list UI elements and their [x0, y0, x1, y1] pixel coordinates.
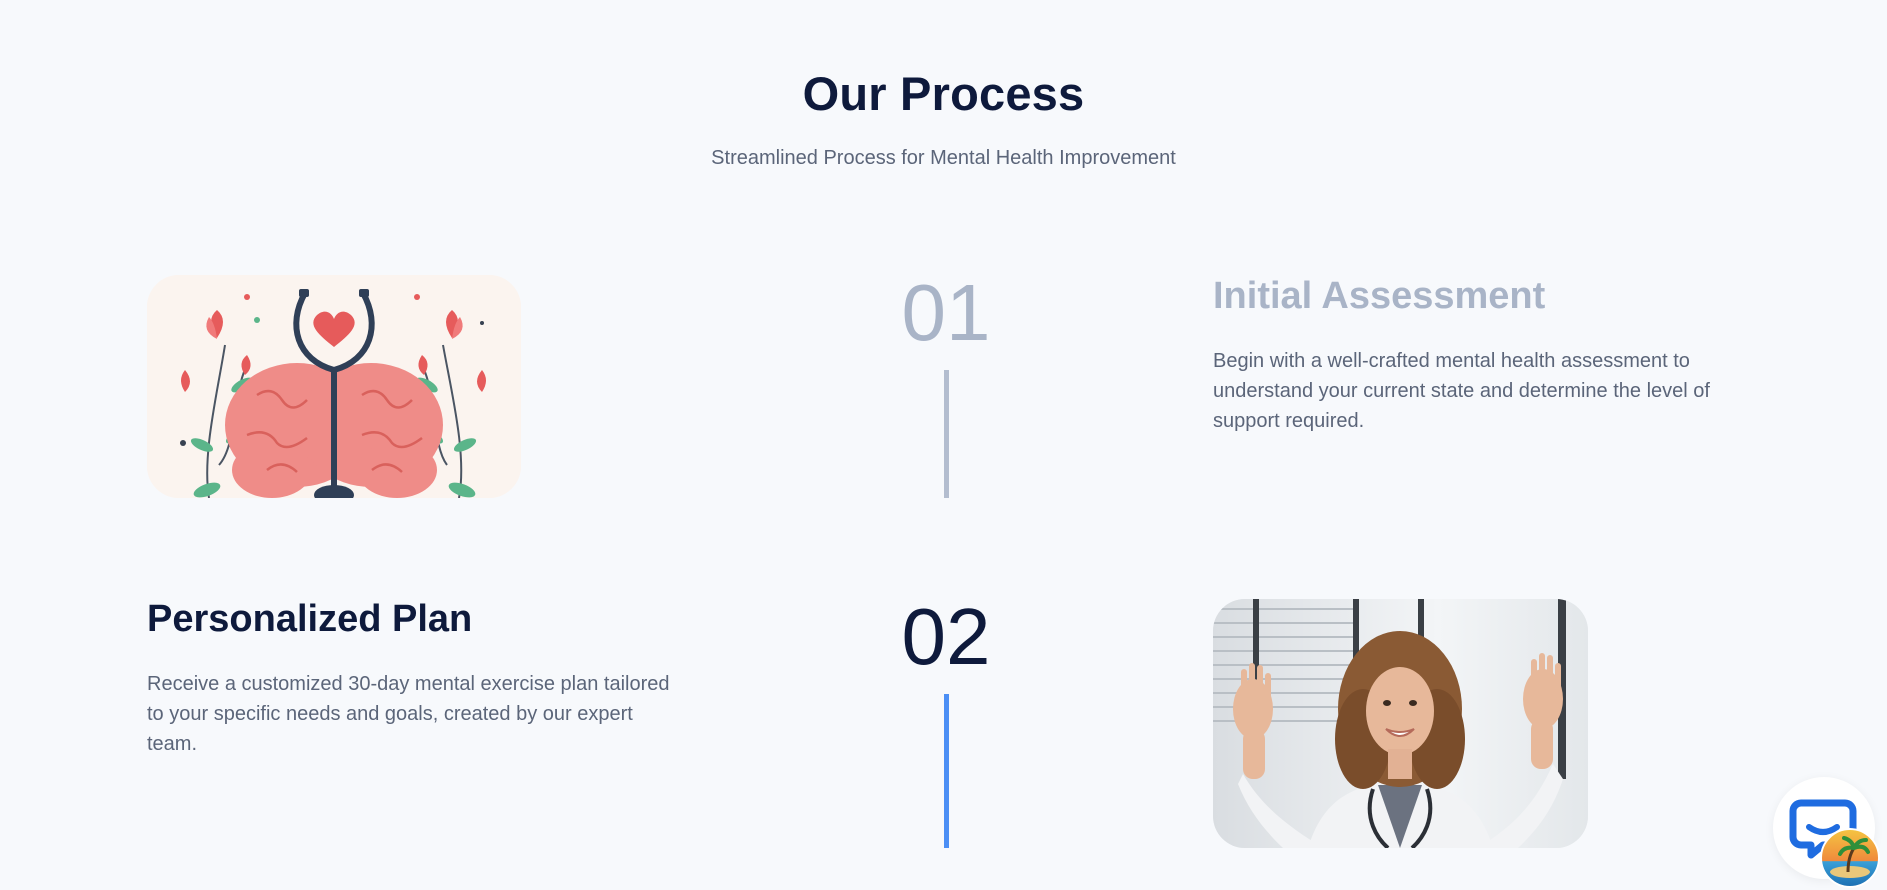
island-badge-icon[interactable] — [1820, 828, 1880, 888]
step-title-initial-assessment: Initial Assessment — [1213, 275, 1546, 317]
section-title: Our Process — [802, 67, 1085, 120]
step-number-02: 02 — [901, 592, 991, 681]
step-connector-line-02 — [944, 694, 949, 848]
step-description-initial-assessment: Begin with a well-crafted mental health … — [1213, 350, 1710, 432]
step-title-personalized-plan: Personalized Plan — [147, 598, 473, 640]
doctor-video-call-photo — [1213, 599, 1588, 848]
step-description-personalized-plan: Receive a customized 30-day mental exerc… — [147, 673, 670, 755]
step-connector-line-01 — [944, 370, 949, 498]
brain-stethoscope-illustration — [147, 275, 521, 498]
step-number-01: 01 — [901, 268, 991, 357]
section-subtitle: Streamlined Process for Mental Health Im… — [711, 147, 1176, 169]
